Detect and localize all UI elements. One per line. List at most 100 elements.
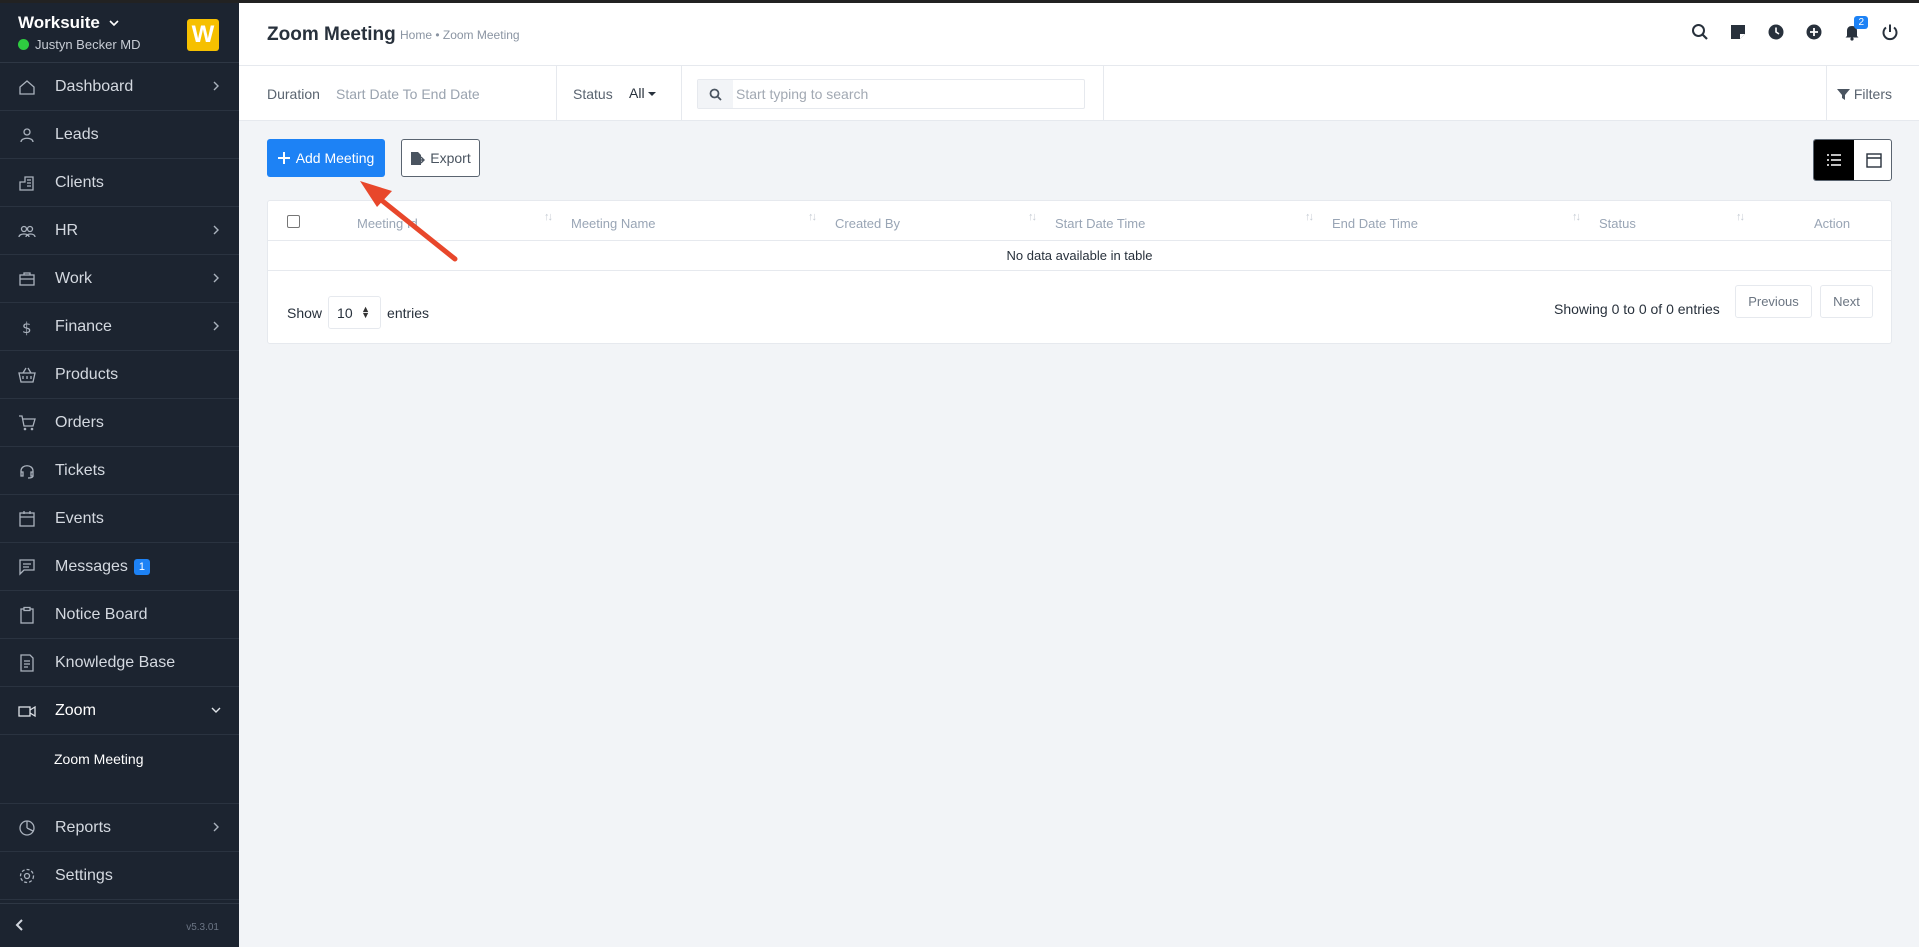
chevron-down-icon	[109, 20, 119, 27]
plus-circle-icon[interactable]	[1805, 23, 1823, 41]
page-size-select[interactable]: 10 ▲ ▼	[328, 296, 382, 329]
list-view-button[interactable]	[1814, 140, 1854, 180]
sidebar-item-orders[interactable]: Orders	[0, 399, 239, 447]
app-window: Worksuite Justyn Becker MD W Dashboard L…	[0, 3, 1919, 947]
sidebar: Worksuite Justyn Becker MD W Dashboard L…	[0, 3, 239, 947]
previous-page-button[interactable]: Previous	[1735, 285, 1812, 318]
column-header[interactable]: Created By	[835, 216, 900, 231]
pie-chart-icon	[19, 820, 35, 836]
list-icon	[1827, 154, 1841, 166]
app-version: v5.3.01	[186, 922, 219, 933]
sidebar-item-hr[interactable]: HR	[0, 207, 239, 255]
filter-divider	[1103, 66, 1104, 121]
sort-icon[interactable]: ↑↓	[1736, 211, 1745, 223]
chevron-right-icon	[213, 822, 219, 832]
sidebar-item-label: Work	[55, 269, 93, 287]
sidebar-item-leads[interactable]: Leads	[0, 111, 239, 159]
sort-icon[interactable]: ↑↓	[1028, 211, 1037, 223]
column-header[interactable]: Meeting Id	[357, 216, 418, 231]
show-label: Show	[287, 304, 323, 321]
dollar-icon: $	[22, 319, 32, 336]
breadcrumb[interactable]: Home • Zoom Meeting	[400, 28, 520, 42]
entries-label: entries	[387, 304, 430, 321]
meetings-table-card: Meeting Id ↑↓ Meeting Name ↑↓ Created By…	[267, 200, 1892, 344]
video-icon	[18, 705, 36, 718]
sidebar-item-products[interactable]: Products	[0, 351, 239, 399]
sidebar-item-tickets[interactable]: Tickets	[0, 447, 239, 495]
page-size-control: Show 10 ▲ ▼ entries	[287, 296, 429, 329]
brand-block[interactable]: Worksuite Justyn Becker MD W	[0, 3, 239, 63]
sidebar-item-label: Finance	[55, 317, 112, 335]
cart-icon	[19, 415, 36, 431]
next-page-button[interactable]: Next	[1820, 285, 1873, 318]
table-info: Showing 0 to 0 of 0 entries	[1554, 301, 1720, 317]
sidebar-item-settings[interactable]: Settings	[0, 852, 239, 900]
add-meeting-button[interactable]: Add Meeting	[267, 139, 385, 177]
sort-icon[interactable]: ↑↓	[544, 211, 553, 223]
search-input[interactable]	[736, 80, 1082, 108]
brand-name: Worksuite	[18, 13, 100, 32]
sidebar-item-knowledge-base[interactable]: Knowledge Base	[0, 639, 239, 687]
sort-icon[interactable]: ↑↓	[1305, 211, 1314, 223]
sidebar-item-zoom[interactable]: Zoom	[0, 687, 239, 735]
briefcase-icon	[19, 272, 35, 286]
chevron-right-icon	[213, 81, 219, 91]
page-size-value: 10	[337, 304, 353, 321]
document-icon	[20, 654, 34, 672]
plus-icon	[277, 152, 290, 164]
sidebar-item-label: Notice Board	[55, 605, 148, 623]
sort-icon[interactable]: ↑↓	[1572, 211, 1581, 223]
view-toggle	[1813, 139, 1892, 181]
chat-icon	[19, 559, 35, 576]
table-header: Meeting Id ↑↓ Meeting Name ↑↓ Created By…	[268, 201, 1891, 241]
status-label: Status	[573, 86, 613, 102]
sidebar-subitem-zoom-meeting[interactable]: Zoom Meeting	[0, 735, 239, 804]
sidebar-nav: Dashboard Leads Clients HR Work $ Financ…	[0, 63, 239, 900]
sidebar-item-work[interactable]: Work	[0, 255, 239, 303]
notification-count-badge: 2	[1854, 16, 1868, 29]
column-header[interactable]: Start Date Time	[1055, 216, 1145, 231]
search-icon	[709, 88, 722, 101]
calendar-view-button[interactable]	[1854, 140, 1891, 180]
sidebar-item-label: Products	[55, 365, 119, 383]
sidebar-item-messages[interactable]: Messages 1	[0, 543, 239, 591]
messages-count-badge: 1	[133, 558, 151, 575]
clock-icon[interactable]	[1767, 23, 1785, 41]
filters-button[interactable]: Filters	[1836, 86, 1892, 102]
power-icon[interactable]	[1881, 23, 1899, 41]
headset-icon	[20, 465, 34, 479]
sidebar-item-label: HR	[55, 221, 79, 239]
sidebar-item-clients[interactable]: Clients	[0, 159, 239, 207]
add-meeting-label: Add Meeting	[295, 150, 375, 166]
notifications-button[interactable]: 2	[1843, 16, 1868, 41]
column-header[interactable]: Status	[1599, 216, 1636, 231]
export-button[interactable]: Export	[401, 139, 480, 177]
sidebar-item-dashboard[interactable]: Dashboard	[0, 63, 239, 111]
sidebar-item-label: Settings	[55, 866, 113, 884]
filter-divider	[1826, 66, 1827, 121]
filter-bar: Duration Start Date To End Date Status A…	[239, 66, 1919, 121]
export-label: Export	[430, 150, 471, 166]
search-icon[interactable]	[1691, 23, 1709, 41]
select-all-checkbox[interactable]	[287, 215, 300, 228]
sticky-note-icon[interactable]	[1729, 23, 1747, 41]
column-header[interactable]: End Date Time	[1332, 216, 1418, 231]
caret-down-icon	[648, 92, 657, 96]
column-header[interactable]: Meeting Name	[571, 216, 656, 231]
sidebar-item-notice-board[interactable]: Notice Board	[0, 591, 239, 639]
sidebar-item-label: Zoom	[55, 701, 96, 719]
status-dropdown[interactable]: All	[629, 85, 657, 101]
select-arrows-icon: ▲ ▼	[361, 304, 371, 320]
sidebar-item-finance[interactable]: $ Finance	[0, 303, 239, 351]
empty-table-message: No data available in table	[268, 241, 1891, 271]
sidebar-item-label: Messages	[55, 557, 128, 575]
sidebar-item-reports[interactable]: Reports	[0, 804, 239, 852]
calendar-icon	[1866, 153, 1882, 168]
basket-icon	[18, 367, 36, 383]
status-dropdown-value: All	[629, 85, 645, 101]
sort-icon[interactable]: ↑↓	[808, 211, 817, 223]
sidebar-item-events[interactable]: Events	[0, 495, 239, 543]
page-title: Zoom Meeting	[267, 24, 396, 45]
collapse-sidebar-icon[interactable]	[12, 917, 28, 933]
duration-range-picker[interactable]: Start Date To End Date	[336, 86, 480, 102]
